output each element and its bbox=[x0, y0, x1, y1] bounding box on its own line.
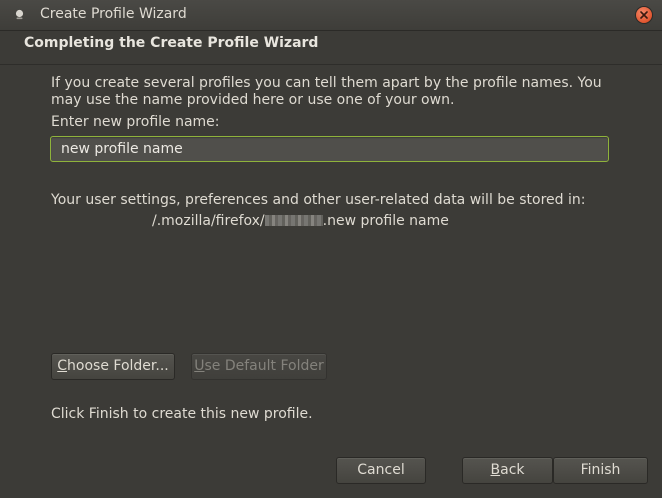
back-mnemonic: B bbox=[490, 462, 501, 478]
profile-name-input[interactable] bbox=[50, 136, 609, 162]
use-default-label: se Default Folder bbox=[204, 358, 324, 374]
finish-hint-text: Click Finish to create this new profile. bbox=[51, 406, 313, 422]
choose-folder-label: hoose Folder... bbox=[67, 358, 169, 374]
profile-name-label: Enter new profile name: bbox=[51, 114, 220, 130]
cancel-button[interactable]: Cancel bbox=[336, 457, 426, 484]
choose-folder-mnemonic: C bbox=[57, 358, 68, 374]
intro-text: If you create several profiles you can t… bbox=[51, 75, 602, 108]
finish-button[interactable]: Finish bbox=[553, 457, 648, 484]
back-button[interactable]: Back bbox=[462, 457, 553, 484]
page-title: Completing the Create Profile Wizard bbox=[24, 35, 319, 51]
window-title: Create Profile Wizard bbox=[40, 6, 187, 22]
profile-path-prefix: /.mozilla/firefox/ bbox=[152, 213, 265, 229]
title-bar[interactable]: Create Profile Wizard bbox=[0, 0, 662, 31]
use-default-folder-button[interactable]: Use Default Folder bbox=[191, 353, 327, 380]
storage-info-text: Your user settings, preferences and othe… bbox=[51, 192, 586, 208]
back-label: ack bbox=[500, 462, 525, 478]
redacted-path-segment bbox=[264, 215, 323, 226]
profile-path: /.mozilla/firefox/ .new profile name bbox=[152, 213, 449, 230]
choose-folder-button[interactable]: Choose Folder... bbox=[51, 353, 175, 380]
app-icon bbox=[15, 9, 24, 20]
use-default-mnemonic: U bbox=[194, 358, 205, 374]
close-icon bbox=[640, 11, 648, 19]
close-button[interactable] bbox=[636, 7, 652, 23]
profile-path-suffix: .new profile name bbox=[322, 213, 449, 229]
create-profile-wizard-window: Create Profile Wizard Completing the Cre… bbox=[0, 0, 662, 498]
wizard-header: Completing the Create Profile Wizard bbox=[0, 31, 662, 65]
